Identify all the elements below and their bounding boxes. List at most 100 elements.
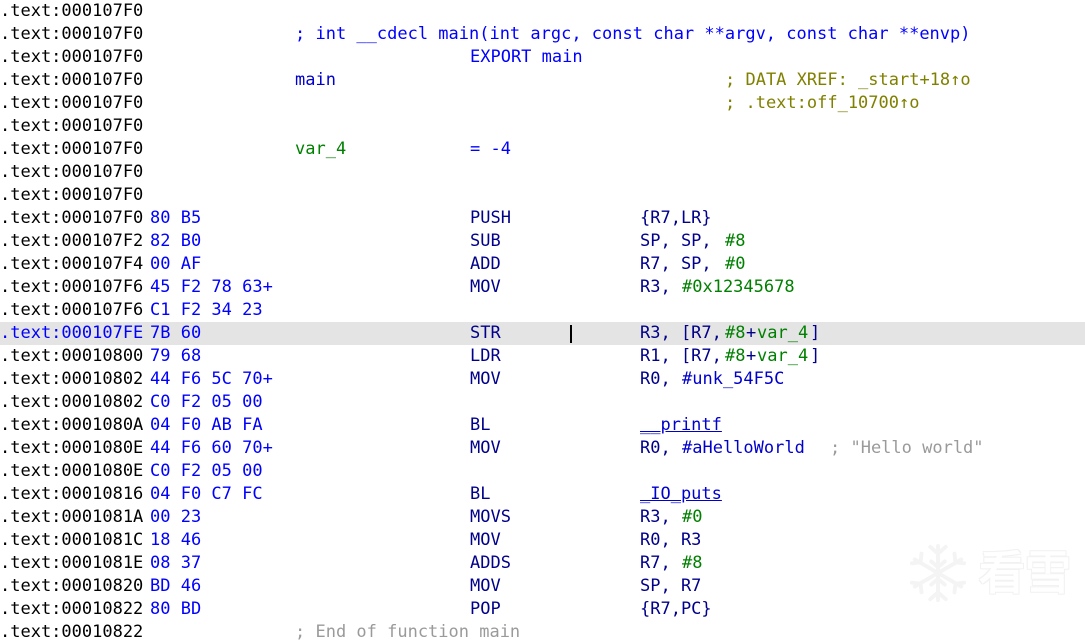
line-address: .text:000107F0 bbox=[0, 23, 143, 46]
disasm-line[interactable]: .text:0001080A04 F0 AB FABL__printf bbox=[0, 414, 1085, 437]
disasm-line[interactable]: .text:000107F0main; DATA XREF: _start+18… bbox=[0, 69, 1085, 92]
symbol-reference[interactable]: main bbox=[295, 69, 336, 92]
opcode-bytes: 44 F6 5C 70+ bbox=[150, 368, 273, 391]
disasm-line[interactable]: .text:000107F080 B5PUSH{R7,LR} bbox=[0, 207, 1085, 230]
operand-text: R7, bbox=[640, 552, 681, 575]
instruction-mnemonic[interactable]: LDR bbox=[470, 345, 501, 368]
instruction-mnemonic[interactable]: ADD bbox=[470, 253, 501, 276]
disasm-line[interactable]: .text:00010802C0 F2 05 00 bbox=[0, 391, 1085, 414]
disasm-line[interactable]: .text:000107F6 C1 F2 34 23 bbox=[0, 299, 1085, 322]
comment: ; "Hello world" bbox=[830, 437, 984, 460]
operand-text: R0, bbox=[640, 368, 681, 391]
opcode-bytes: C1 F2 34 23 bbox=[150, 299, 263, 322]
disasm-line[interactable]: .text:00010802 44 F6 5C 70+ MOV R0, #unk_54… bbox=[0, 368, 1085, 391]
operand-text: R3, bbox=[640, 506, 681, 529]
disasm-line[interactable]: .text:000107F0EXPORT main bbox=[0, 46, 1085, 69]
operand-text: #8 bbox=[682, 552, 702, 575]
instruction-mnemonic[interactable]: ADDS bbox=[470, 552, 511, 575]
instruction-mnemonic[interactable]: POP bbox=[470, 598, 501, 621]
disasm-line[interactable]: .text:000107F0 var_4 = -4 bbox=[0, 138, 1085, 161]
line-address: .text:00010822 bbox=[0, 598, 143, 621]
disasm-line[interactable]: .text:000107F645 F2 78 63+MOVR3, #0x1234… bbox=[0, 276, 1085, 299]
disasm-line[interactable]: .text:0001081C18 46MOVR0, R3 bbox=[0, 529, 1085, 552]
disasm-line[interactable]: .text:0001080EC0 F2 05 00 bbox=[0, 460, 1085, 483]
operand-text: R0, R3 bbox=[640, 529, 701, 552]
line-address: .text:0001080E bbox=[0, 437, 143, 460]
operand-text: SP, R7 bbox=[640, 575, 701, 598]
line-address: .text:000107FE bbox=[0, 322, 143, 345]
line-address: .text:000107F0 bbox=[0, 92, 143, 115]
disasm-line[interactable]: .text:0001081E08 37ADDSR7, #8 bbox=[0, 552, 1085, 575]
xref-comment: ; .text:off_10700↑o bbox=[725, 92, 919, 115]
disasm-line[interactable]: .text:000107F0 bbox=[0, 115, 1085, 138]
instruction-mnemonic[interactable]: MOV bbox=[470, 437, 501, 460]
opcode-bytes: 00 23 bbox=[150, 506, 201, 529]
instruction-mnemonic[interactable]: MOVS bbox=[470, 506, 511, 529]
stack-variable[interactable]: var_4 bbox=[757, 345, 808, 368]
line-address: .text:00010800 bbox=[0, 345, 143, 368]
opcode-bytes: 44 F6 60 70+ bbox=[150, 437, 273, 460]
disasm-line[interactable]: .text:0001081604 F0 C7 FCBL_IO_puts bbox=[0, 483, 1085, 506]
stack-variable[interactable]: var_4 bbox=[295, 138, 346, 161]
operand-text: SP, SP, bbox=[640, 230, 722, 253]
line-address: .text:000107F4 bbox=[0, 253, 143, 276]
instruction-mnemonic[interactable]: PUSH bbox=[470, 207, 511, 230]
operand-text: #0x12345678 bbox=[682, 276, 795, 299]
disassembly-view[interactable]: .text:000107F0.text:000107F0; int __cdec… bbox=[0, 0, 1085, 612]
function-reference[interactable]: _IO_puts bbox=[640, 483, 722, 506]
opcode-bytes: BD 46 bbox=[150, 575, 201, 598]
operand-text: R1, [R7, bbox=[640, 345, 722, 368]
disasm-line[interactable]: .text:0001081A 00 23 MOVS R3, #0 bbox=[0, 506, 1085, 529]
operand-text: R3, bbox=[640, 276, 681, 299]
line-address: .text:0001080A bbox=[0, 414, 143, 437]
instruction-mnemonic[interactable]: BL bbox=[470, 483, 490, 506]
line-address: .text:000107F0 bbox=[0, 46, 143, 69]
disasm-line[interactable]: .text:0001082280 BDPOP{R7,PC} bbox=[0, 598, 1085, 621]
line-address: .text:00010820 bbox=[0, 575, 143, 598]
disasm-line[interactable]: .text:0001080079 68LDRR1, [R7,#8+var_4] bbox=[0, 345, 1085, 368]
instruction-mnemonic[interactable]: MOV bbox=[470, 529, 501, 552]
function-reference[interactable]: __printf bbox=[640, 414, 722, 437]
line-address: .text:000107F0 bbox=[0, 138, 143, 161]
instruction-mnemonic[interactable]: SUB bbox=[470, 230, 501, 253]
line-address: .text:000107F6 bbox=[0, 276, 143, 299]
disasm-line[interactable]: .text:000107F0 ; .text:off_10700↑o bbox=[0, 92, 1085, 115]
opcode-bytes: C0 F2 05 00 bbox=[150, 391, 263, 414]
instruction-mnemonic[interactable]: MOV bbox=[470, 368, 501, 391]
line-address: .text:00010802 bbox=[0, 368, 143, 391]
operand-text: #8 bbox=[725, 345, 745, 368]
stack-variable[interactable]: var_4 bbox=[757, 322, 808, 345]
operand-text: #0 bbox=[725, 253, 745, 276]
disasm-line[interactable]: .text:000107F400 AFADDR7, SP, #0 bbox=[0, 253, 1085, 276]
line-address: .text:000107F6 bbox=[0, 299, 143, 322]
instruction-mnemonic[interactable]: MOV bbox=[470, 276, 501, 299]
xref-comment: ; DATA XREF: _start+18↑o bbox=[725, 69, 971, 92]
disasm-line[interactable]: .text:0001080E44 F6 60 70+MOVR0, #aHello… bbox=[0, 437, 1085, 460]
opcode-bytes: 79 68 bbox=[150, 345, 201, 368]
operand-text: = -4 bbox=[470, 138, 511, 161]
disasm-line[interactable]: .text:000107F0 bbox=[0, 184, 1085, 207]
disasm-line[interactable]: .text:00010822; End of function main bbox=[0, 621, 1085, 644]
operand-text: #8 bbox=[725, 322, 745, 345]
line-address: .text:000107F0 bbox=[0, 207, 143, 230]
line-address: .text:000107F2 bbox=[0, 230, 143, 253]
disasm-line[interactable]: .text:00010820 BD 46 MOV SP, R7 bbox=[0, 575, 1085, 598]
disasm-line[interactable]: .text:000107F0 bbox=[0, 161, 1085, 184]
line-address: .text:0001080E bbox=[0, 460, 143, 483]
disasm-line[interactable]: .text:000107FE7B 60STRR3, [R7,#8+var_4] bbox=[0, 322, 1085, 345]
line-address: .text:0001081A bbox=[0, 506, 143, 529]
operand-text: ; int __cdecl main(int argc, const char … bbox=[295, 23, 971, 46]
disasm-line[interactable]: .text:000107F0 bbox=[0, 0, 1085, 23]
operand-text: #0 bbox=[682, 506, 702, 529]
instruction-mnemonic[interactable]: STR bbox=[470, 322, 501, 345]
operand-text: {R7,PC} bbox=[640, 598, 712, 621]
disasm-line[interactable]: .text:000107F282 B0SUBSP, SP, #8 bbox=[0, 230, 1085, 253]
symbol-reference[interactable]: #aHelloWorld bbox=[682, 437, 805, 460]
operand-text: #8 bbox=[725, 230, 745, 253]
instruction-mnemonic[interactable]: MOV bbox=[470, 575, 501, 598]
instruction-mnemonic[interactable]: BL bbox=[470, 414, 490, 437]
disasm-line[interactable]: .text:000107F0 ; int __cdecl main(int arg… bbox=[0, 23, 1085, 46]
line-address: .text:000107F0 bbox=[0, 184, 143, 207]
operand-text: {R7,LR} bbox=[640, 207, 712, 230]
symbol-reference[interactable]: #unk_54F5C bbox=[682, 368, 784, 391]
